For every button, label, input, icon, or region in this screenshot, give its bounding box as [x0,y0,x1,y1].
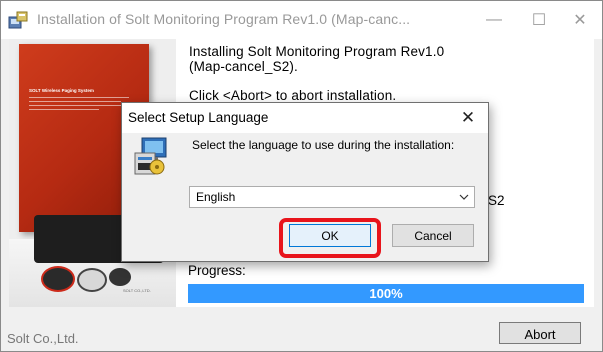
setup-language-icon [134,137,167,175]
title-bar: Installation of Solt Monitoring Program … [1,1,602,39]
window-title: Installation of Solt Monitoring Program … [37,11,411,27]
cover-title: SOLT Wireless Paging System [29,88,94,93]
dialog-close-button[interactable]: ✕ [448,103,488,133]
installer-icon [8,11,28,29]
close-button[interactable]: ✕ [557,1,603,39]
pager-device [77,268,107,292]
progress-percent: 100% [369,286,403,301]
progress-label: Progress: [188,263,246,278]
installing-line-2: (Map-cancel_S2). [189,59,298,74]
maximize-button[interactable]: ☐ [516,1,562,39]
installing-line-1: Installing Solt Monitoring Program Rev1.… [189,44,445,59]
dialog-title-bar: Select Setup Language ✕ [122,103,488,133]
base-caption: SOLT CO.,LTD. [123,288,151,293]
dialog-prompt: Select the language to use during the in… [192,138,455,152]
company-name: Solt Co.,Ltd. [7,331,79,346]
chevron-down-icon [459,194,469,200]
abort-button[interactable]: Abort [499,322,581,344]
dialog-title: Select Setup Language [128,110,269,125]
cancel-button[interactable]: Cancel [392,224,474,247]
language-dropdown[interactable]: English [189,186,475,208]
language-dropdown-value: English [196,190,236,204]
minimize-button[interactable]: — [471,1,517,39]
abort-instruction: Click <Abort> to abort installation. [189,88,397,103]
pager-device [41,266,75,292]
progress-bar: 100% [188,284,584,303]
ok-button-highlight [279,218,381,258]
occluded-text-fragment: S2 [488,193,505,208]
pager-device [109,268,131,286]
